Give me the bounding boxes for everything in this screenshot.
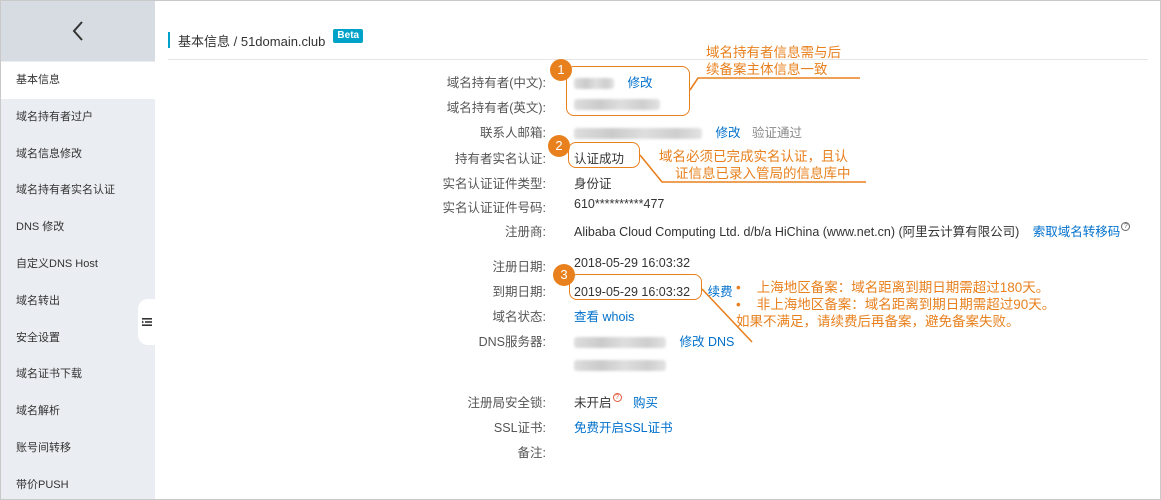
- sidebar-item-account-transfer[interactable]: 账号间转移: [1, 430, 155, 467]
- email-verified-status: 验证通过: [751, 126, 802, 140]
- chevron-left-icon: [72, 21, 83, 41]
- registrar-value: Alibaba Cloud Computing Ltd. d/b/a HiChi…: [574, 225, 1020, 239]
- realname-label: 持有者实名认证:: [455, 152, 546, 166]
- domain-status-label: 域名状态:: [492, 310, 546, 324]
- exp-date-label: 到期日期:: [492, 285, 546, 299]
- sidebar-item-basic-info[interactable]: 基本信息: [1, 62, 155, 99]
- cert-no-value: 610**********477: [574, 197, 665, 211]
- sidebar-item-info-modify[interactable]: 域名信息修改: [1, 136, 155, 173]
- annotation-3-line-1: 上海地区备案：域名距离到期日期需超过180天。: [756, 280, 1050, 295]
- annotation-2-text: 域名必须已完成实名认证，且认 证信息已录入管局的信息库中: [659, 148, 851, 182]
- annotation-3-box: [569, 274, 702, 300]
- whois-link[interactable]: 查看 whois: [574, 306, 634, 325]
- dns-label: DNS服务器:: [478, 335, 546, 349]
- help-icon[interactable]: ?: [1121, 222, 1131, 231]
- note-label: 备注:: [517, 446, 546, 460]
- dns-row: 修改 DNS: [574, 331, 734, 350]
- sidebar-item-dns-resolve[interactable]: 域名解析: [1, 393, 155, 430]
- annotation-3-number: 3: [553, 264, 575, 286]
- email-redacted: [574, 128, 702, 140]
- email-value: 修改 验证通过: [574, 122, 802, 141]
- lock-label: 注册局安全锁:: [467, 396, 546, 410]
- whois-link-text[interactable]: 查看 whois: [574, 310, 634, 324]
- email-modify-link[interactable]: 修改: [715, 126, 740, 140]
- modify-dns-link[interactable]: 修改 DNS: [679, 335, 734, 349]
- lock-row: 未开启? 购买: [574, 392, 658, 411]
- sidebar-item-realname-auth[interactable]: 域名持有者实名认证: [1, 172, 155, 209]
- cert-type-value: 身份证: [574, 177, 612, 191]
- annotation-1-line-2: 续备案主体信息一致: [706, 62, 828, 77]
- email-label: 联系人邮箱:: [480, 126, 546, 140]
- bullet-1: •: [736, 280, 741, 295]
- request-transfer-code-link[interactable]: 索取域名转移码: [1033, 225, 1121, 239]
- ssl-label: SSL证书:: [493, 421, 546, 435]
- annotation-2-line-2: 证信息已录入管局的信息库中: [675, 166, 851, 181]
- buy-lock-link[interactable]: 购买: [633, 396, 658, 410]
- ssl-row: 免费开启SSL证书: [574, 417, 673, 436]
- annotation-1-box: [566, 66, 690, 116]
- reg-date-label: 注册日期:: [492, 260, 546, 274]
- sidebar-item-cert-download[interactable]: 域名证书下载: [1, 356, 155, 393]
- bullet-2: •: [736, 297, 741, 312]
- annotation-1-text: 域名持有者信息需与后 续备案主体信息一致: [706, 44, 841, 78]
- annotation-2-number: 2: [548, 135, 570, 157]
- page-header: 基本信息 / 51domain.club Beta: [168, 29, 364, 50]
- sidebar-item-dns-modify[interactable]: DNS 修改: [1, 209, 155, 246]
- annotation-3-line-2: 非上海地区备案：域名距离到期日期需超过90天。: [756, 297, 1056, 312]
- beta-badge: Beta: [333, 29, 364, 43]
- annotation-3-line-1-wrap: • 上海地区备案：域名距离到期日期需超过180天。: [736, 279, 1055, 296]
- dns-row-2: [574, 358, 666, 372]
- header-divider: [168, 59, 1148, 60]
- annotation-3-line-3: 如果不满足，请续费后再备案，避免备案失败。: [736, 314, 1020, 329]
- lock-value: 未开启: [574, 396, 612, 410]
- annotation-2-box: [568, 142, 640, 168]
- page-title: 基本信息 / 51domain.club: [178, 33, 326, 49]
- free-ssl-link[interactable]: 免费开启SSL证书: [574, 421, 673, 435]
- sidebar-collapse-handle[interactable]: [138, 299, 156, 345]
- sidebar: 基本信息 域名持有者过户 域名信息修改 域名持有者实名认证 DNS 修改 自定义…: [1, 1, 156, 500]
- sidebar-item-transfer-out[interactable]: 域名转出: [1, 283, 155, 320]
- annotation-3-line-2-wrap: • 非上海地区备案：域名距离到期日期需超过90天。: [736, 296, 1055, 313]
- sidebar-nav: 基本信息 域名持有者过户 域名信息修改 域名持有者实名认证 DNS 修改 自定义…: [1, 62, 155, 500]
- sidebar-item-security[interactable]: 安全设置: [1, 320, 155, 357]
- registrar-row: Alibaba Cloud Computing Ltd. d/b/a HiChi…: [574, 221, 1131, 240]
- annotation-1-line-1: 域名持有者信息需与后: [706, 45, 841, 60]
- annotation-3-text: • 上海地区备案：域名距离到期日期需超过180天。 • 非上海地区备案：域名距离到期…: [736, 279, 1055, 330]
- sidebar-item-owner-transfer[interactable]: 域名持有者过户: [1, 99, 155, 136]
- dns-server-2-redacted: [574, 360, 666, 372]
- annotation-1-number: 1: [550, 59, 572, 81]
- owner-cn-label: 域名持有者(中文):: [446, 76, 546, 90]
- owner-en-label: 域名持有者(英文):: [446, 101, 546, 115]
- back-button[interactable]: [1, 1, 155, 61]
- collapse-menu-icon: [142, 318, 152, 326]
- cert-type-label: 实名认证证件类型:: [442, 177, 546, 191]
- annotation-2-line-1: 域名必须已完成实名认证，且认: [659, 149, 848, 164]
- cert-no-label: 实名认证证件号码:: [442, 201, 546, 215]
- registrar-label: 注册商:: [505, 225, 546, 239]
- lock-help-icon[interactable]: ?: [612, 393, 622, 402]
- header-accent-bar: [168, 32, 170, 48]
- sidebar-item-price-push[interactable]: 带价PUSH: [1, 467, 155, 500]
- dns-server-1-redacted: [574, 337, 666, 349]
- sidebar-item-custom-dns-host[interactable]: 自定义DNS Host: [1, 246, 155, 283]
- reg-date-value: 2018-05-29 16:03:32: [574, 256, 691, 270]
- renew-link[interactable]: 续费: [708, 285, 733, 299]
